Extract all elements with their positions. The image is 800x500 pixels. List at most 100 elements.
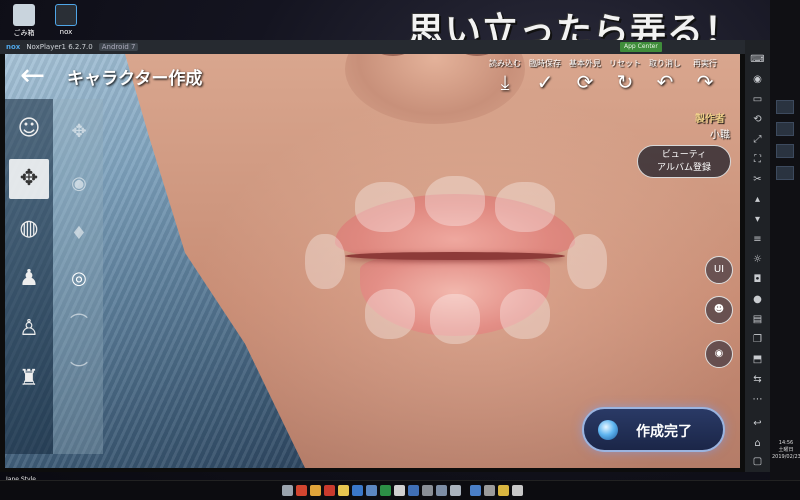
- temp-save-button[interactable]: 臨時保存 ✓: [529, 58, 561, 95]
- rail-face-preset[interactable]: ☺: [9, 109, 49, 149]
- redo-button[interactable]: 再実行 ↷: [690, 58, 720, 95]
- game-viewport[interactable]: ← キャラクター作成 読み込む ⤓ 臨時保存 ✓ 基本外見 ⟳ リセット ↻ 取…: [5, 54, 740, 468]
- recycle-bin-icon: [13, 4, 35, 26]
- rail-mirror[interactable]: ◍: [9, 209, 49, 249]
- taskbar-app-icon[interactable]: [436, 485, 447, 496]
- toolbar-back-icon[interactable]: ↩: [750, 418, 765, 430]
- nostril-right: [457, 54, 497, 56]
- window-thumbnail-icon[interactable]: [776, 166, 794, 180]
- nox-desktop-icon[interactable]: nox: [46, 4, 86, 36]
- rail-hair[interactable]: ♟: [9, 259, 49, 299]
- edit-handle-upper-left[interactable]: [355, 182, 415, 232]
- refresh-icon: ⟳: [576, 70, 594, 94]
- rail-face-move[interactable]: ✥: [9, 159, 49, 199]
- expression-button[interactable]: ☻: [705, 296, 733, 324]
- feature-lips[interactable]: ◎: [61, 264, 97, 294]
- rail-outfit[interactable]: ♜: [9, 359, 49, 399]
- toolbar-recent-icon[interactable]: ▢: [750, 456, 765, 468]
- toolbar-apk-icon[interactable]: ⬒: [750, 354, 765, 366]
- feature-beard[interactable]: ︶: [61, 357, 97, 387]
- clock-date: 2019/02/23: [772, 454, 800, 460]
- toolbar-menu-icon[interactable]: ≡: [750, 234, 765, 246]
- toolbar-multi-icon[interactable]: ❐: [750, 334, 765, 346]
- taskbar-app-icon[interactable]: [324, 485, 335, 496]
- eyebrow-icon: ⌒: [70, 313, 88, 334]
- edit-handle-upper-right[interactable]: [495, 182, 555, 232]
- clock-time: 14:56: [778, 440, 794, 446]
- back-button[interactable]: ←: [20, 60, 60, 96]
- window-thumbnail-icon[interactable]: [776, 100, 794, 114]
- edit-handle-upper-center[interactable]: [425, 176, 485, 226]
- rail-body[interactable]: ♙: [9, 309, 49, 349]
- toolbar-record-icon[interactable]: ●: [750, 294, 765, 306]
- toolbar-fullscreen-icon[interactable]: ⛶: [750, 154, 765, 166]
- basic-look-button[interactable]: 基本外見 ⟳: [569, 58, 601, 95]
- recycle-bin-desktop-icon[interactable]: ごみ箱: [4, 4, 44, 38]
- toolbar-home-icon[interactable]: ⌂: [750, 438, 765, 450]
- feature-face-shape[interactable]: ✥: [61, 117, 97, 147]
- nox-logo: nox: [6, 43, 21, 51]
- toolbar-location-icon[interactable]: ◉: [750, 74, 765, 86]
- taskbar-app-icon[interactable]: [512, 485, 523, 496]
- ui-toggle-button[interactable]: UI: [705, 256, 733, 284]
- toolbar-rotate-icon[interactable]: ⟲: [750, 114, 765, 126]
- clock-day: 土曜日: [778, 447, 794, 453]
- clipboard-check-icon: ✓: [536, 70, 554, 94]
- toolbar-camera-icon[interactable]: ◘: [750, 274, 765, 286]
- taskbar-explorer-icon[interactable]: [282, 485, 293, 496]
- taskbar-app-icon[interactable]: [408, 485, 419, 496]
- taskbar-app-icon[interactable]: [450, 485, 461, 496]
- taskbar-excel-icon[interactable]: [380, 485, 391, 496]
- mouth-line: [345, 252, 565, 260]
- taskbar-app-icon[interactable]: [338, 485, 349, 496]
- load-button[interactable]: 読み込む ⤓: [489, 58, 521, 95]
- taskbar-app-icon[interactable]: [394, 485, 405, 496]
- toolbar-screenshot-icon[interactable]: ✂: [750, 174, 765, 186]
- toolbar-shake-icon[interactable]: ☼: [750, 254, 765, 266]
- emulator-titlebar[interactable]: nox NoxPlayer1 6.2.7.0 Android 7 App Cen…: [0, 40, 745, 54]
- taskbar-app-icon[interactable]: [422, 485, 433, 496]
- lips-render: [305, 176, 607, 344]
- finish-creation-button[interactable]: 作成完了: [582, 407, 725, 452]
- feature-nose[interactable]: ♦: [61, 219, 97, 249]
- toolbar-keyboard-icon[interactable]: ⌨: [750, 54, 765, 66]
- author-title: 製作者: [695, 114, 725, 125]
- back-arrow-icon: ←: [20, 58, 46, 93]
- system-clock[interactable]: 14:56 土曜日 2019/02/23: [772, 440, 800, 461]
- edit-handle-corner-left[interactable]: [305, 234, 345, 289]
- feature-eye[interactable]: ◉: [61, 169, 97, 199]
- taskbar-app-icon[interactable]: [366, 485, 377, 496]
- reset-label: リセット: [609, 59, 641, 68]
- toolbar-sync-icon[interactable]: ⇆: [750, 374, 765, 386]
- edit-handle-lower-center[interactable]: [430, 294, 480, 344]
- toolbar-resize-icon[interactable]: ⤢: [750, 134, 765, 146]
- taskbar-app-icon[interactable]: [470, 485, 481, 496]
- emulator-title: NoxPlayer1 6.2.7.0: [26, 43, 93, 51]
- toolbar-file-icon[interactable]: ▤: [750, 314, 765, 326]
- toolbar-screen-icon[interactable]: ▭: [750, 94, 765, 106]
- hair-icon: ♟: [19, 266, 39, 291]
- view-eye-button[interactable]: ◉: [705, 340, 733, 368]
- taskbar-app-icon[interactable]: [352, 485, 363, 496]
- taskbar-app-icon[interactable]: [498, 485, 509, 496]
- window-thumbnail-icon[interactable]: [776, 122, 794, 136]
- edit-handle-corner-right[interactable]: [567, 234, 607, 289]
- taskbar-app-icon[interactable]: [310, 485, 321, 496]
- feature-eyebrow[interactable]: ⌒: [61, 309, 97, 339]
- window-thumbnail-icon[interactable]: [776, 144, 794, 158]
- toolbar-volume-up-icon[interactable]: ▴: [750, 194, 765, 206]
- eye-icon: ◉: [71, 173, 87, 194]
- taskbar-chrome-icon[interactable]: [296, 485, 307, 496]
- desktop: ごみ箱 nox 思い立ったら弄る！ nox NoxPlayer1 6.2.7.0…: [0, 0, 800, 500]
- beauty-album-line2: アルバム登録: [657, 163, 711, 173]
- app-center-button[interactable]: App Center: [620, 42, 662, 52]
- taskbar-app-icon[interactable]: [484, 485, 495, 496]
- nostril-left: [373, 54, 413, 56]
- beauty-album-button[interactable]: ビューティ アルバム登録: [637, 145, 731, 178]
- edit-handle-lower-left[interactable]: [365, 289, 415, 339]
- reset-button[interactable]: リセット ↻: [609, 58, 641, 95]
- edit-handle-lower-right[interactable]: [500, 289, 550, 339]
- toolbar-volume-down-icon[interactable]: ▾: [750, 214, 765, 226]
- toolbar-more-icon[interactable]: ⋯: [750, 394, 765, 406]
- undo-button[interactable]: 取り消し ↶: [649, 58, 681, 95]
